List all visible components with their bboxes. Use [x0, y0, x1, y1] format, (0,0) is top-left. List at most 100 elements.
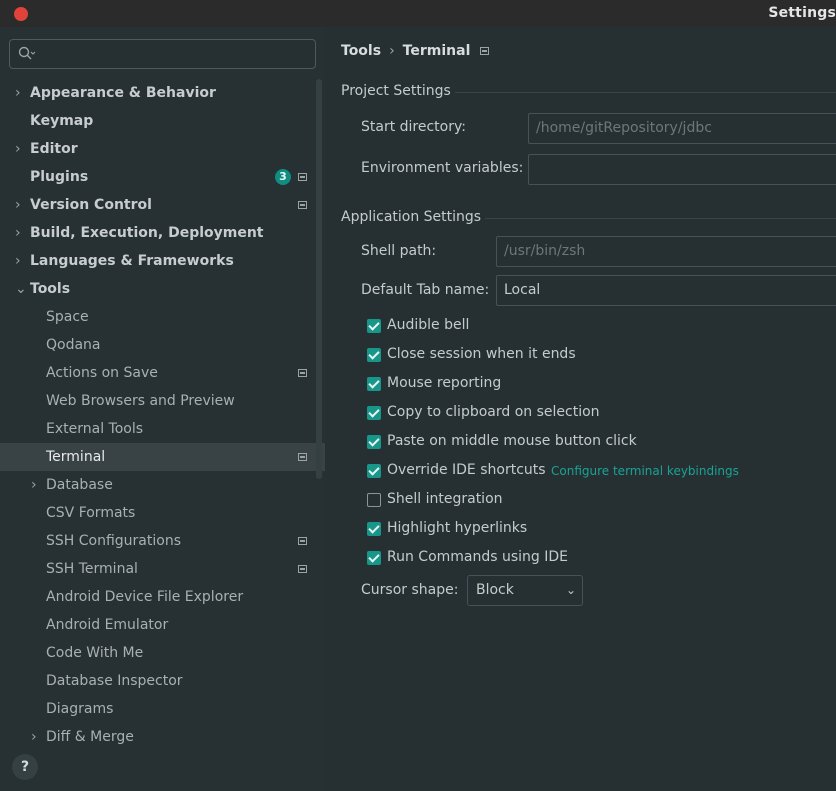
run-commands-ide-label[interactable]: Run Commands using IDE — [387, 549, 568, 565]
sidebar-item-plugins[interactable]: Plugins 3 — [0, 163, 325, 191]
project-level-icon — [480, 47, 490, 55]
sidebar-item-code-with-me[interactable]: Code With Me — [0, 639, 325, 667]
sidebar-item-database[interactable]: › Database — [0, 471, 325, 499]
sidebar-item-space[interactable]: Space — [0, 303, 325, 331]
sidebar-item-ssh-configurations[interactable]: SSH Configurations — [0, 527, 325, 555]
search-input[interactable] — [9, 39, 316, 69]
paste-middle-click-checkbox[interactable] — [367, 435, 381, 449]
audible-bell-label[interactable]: Audible bell — [387, 317, 469, 333]
default-tab-name-field[interactable]: Local — [496, 275, 836, 306]
sidebar-item-label: Space — [46, 309, 89, 325]
breadcrumb-separator: › — [389, 43, 395, 59]
close-window-button[interactable] — [14, 7, 28, 21]
cursor-shape-select[interactable]: Block ⌄ — [467, 575, 583, 606]
project-level-icon — [298, 369, 307, 377]
start-directory-label: Start directory: — [361, 119, 466, 135]
sidebar-item-label: Qodana — [46, 337, 101, 353]
help-button[interactable]: ? — [12, 754, 38, 780]
shell-path-label: Shell path: — [361, 243, 437, 259]
sidebar-item-label: Appearance & Behavior — [30, 85, 216, 101]
search-icon — [18, 46, 36, 60]
sidebar-item-database-inspector[interactable]: Database Inspector — [0, 667, 325, 695]
breadcrumb: Tools › Terminal — [341, 43, 490, 59]
project-settings-title: Project Settings — [341, 83, 451, 99]
mouse-reporting-checkbox[interactable] — [367, 377, 381, 391]
close-session-checkbox[interactable] — [367, 348, 381, 362]
sidebar-item-editor[interactable]: › Editor — [0, 135, 325, 163]
application-settings-title: Application Settings — [341, 209, 482, 225]
sidebar-item-version-control[interactable]: › Version Control — [0, 191, 325, 219]
project-level-icon — [298, 173, 307, 181]
sidebar-item-label: Diagrams — [46, 701, 114, 717]
project-level-icon — [298, 565, 307, 573]
highlight-hyperlinks-label[interactable]: Highlight hyperlinks — [387, 520, 527, 536]
section-divider — [485, 218, 836, 219]
sidebar-item-qodana[interactable]: Qodana — [0, 331, 325, 359]
sidebar-item-android-emulator[interactable]: Android Emulator — [0, 611, 325, 639]
chevron-right-icon[interactable]: › — [15, 247, 21, 275]
default-tab-name-label: Default Tab name: — [361, 282, 490, 298]
sidebar-item-label: Languages & Frameworks — [30, 253, 234, 269]
sidebar-item-label: Actions on Save — [46, 365, 158, 381]
sidebar-item-diagrams[interactable]: Diagrams — [0, 695, 325, 723]
configure-keybindings-link[interactable]: Configure terminal keybindings — [551, 464, 739, 478]
sidebar-item-web-browsers[interactable]: Web Browsers and Preview — [0, 387, 325, 415]
chevron-down-icon: ⌄ — [565, 583, 576, 597]
settings-tree: › Appearance & Behavior Keymap › Editor … — [0, 79, 325, 751]
chevron-right-icon[interactable]: › — [15, 191, 21, 219]
sidebar-item-terminal[interactable]: Terminal — [0, 443, 325, 471]
shell-integration-checkbox[interactable] — [367, 493, 381, 507]
environment-variables-label: Environment variables: — [361, 160, 524, 176]
paste-middle-click-label[interactable]: Paste on middle mouse button click — [387, 433, 637, 449]
start-directory-field[interactable]: /home/gitRepository/jdbc — [528, 113, 836, 144]
mouse-reporting-label[interactable]: Mouse reporting — [387, 375, 501, 391]
sidebar-item-external-tools[interactable]: External Tools — [0, 415, 325, 443]
sidebar-scrollbar[interactable] — [316, 79, 322, 479]
cursor-shape-value: Block — [476, 582, 514, 598]
run-commands-ide-checkbox[interactable] — [367, 551, 381, 565]
sidebar-item-label: Tools — [30, 281, 71, 297]
project-level-icon — [298, 537, 307, 545]
close-session-label[interactable]: Close session when it ends — [387, 346, 576, 362]
environment-variables-field[interactable] — [528, 154, 836, 185]
sidebar-item-languages[interactable]: › Languages & Frameworks — [0, 247, 325, 275]
sidebar-item-csv-formats[interactable]: CSV Formats — [0, 499, 325, 527]
chevron-right-icon[interactable]: › — [31, 723, 37, 751]
breadcrumb-current: Terminal — [402, 43, 471, 59]
sidebar-item-label: Android Device File Explorer — [46, 589, 244, 605]
chevron-right-icon[interactable]: › — [15, 135, 21, 163]
sidebar-item-appearance[interactable]: › Appearance & Behavior — [0, 79, 325, 107]
project-level-icon — [298, 453, 307, 461]
sidebar-item-label: Keymap — [30, 113, 94, 129]
terminal-settings-panel: Tools › Terminal Project Settings Start di… — [325, 27, 836, 791]
project-level-icon — [298, 201, 307, 209]
section-divider — [455, 92, 836, 93]
sidebar-item-android-device-file-explorer[interactable]: Android Device File Explorer — [0, 583, 325, 611]
chevron-down-icon[interactable]: ⌄ — [15, 275, 27, 303]
sidebar-item-label: Build, Execution, Deployment — [30, 225, 264, 241]
highlight-hyperlinks-checkbox[interactable] — [367, 522, 381, 536]
shell-path-field[interactable]: /usr/bin/zsh — [496, 236, 836, 267]
chevron-right-icon[interactable]: › — [15, 219, 21, 247]
sidebar-item-diff-merge[interactable]: › Diff & Merge — [0, 723, 325, 751]
audible-bell-checkbox[interactable] — [367, 319, 381, 333]
sidebar-item-label: Diff & Merge — [46, 729, 134, 745]
sidebar-item-label: Android Emulator — [46, 617, 169, 633]
override-ide-shortcuts-checkbox[interactable] — [367, 464, 381, 478]
breadcrumb-parent[interactable]: Tools — [341, 43, 381, 59]
chevron-right-icon[interactable]: › — [31, 471, 37, 499]
sidebar-item-label: Editor — [30, 141, 78, 157]
sidebar-item-actions-on-save[interactable]: Actions on Save — [0, 359, 325, 387]
window-title: Settings — [768, 5, 836, 21]
copy-on-selection-label[interactable]: Copy to clipboard on selection — [387, 404, 600, 420]
sidebar-item-build[interactable]: › Build, Execution, Deployment — [0, 219, 325, 247]
sidebar-item-ssh-terminal[interactable]: SSH Terminal — [0, 555, 325, 583]
override-ide-shortcuts-label[interactable]: Override IDE shortcuts — [387, 462, 546, 478]
sidebar-item-keymap[interactable]: Keymap — [0, 107, 325, 135]
sidebar-item-label: Web Browsers and Preview — [46, 393, 235, 409]
sidebar-item-tools[interactable]: ⌄ Tools — [0, 275, 325, 303]
chevron-right-icon[interactable]: › — [15, 79, 21, 107]
shell-integration-label[interactable]: Shell integration — [387, 491, 503, 507]
copy-on-selection-checkbox[interactable] — [367, 406, 381, 420]
sidebar-item-label: Plugins — [30, 169, 89, 185]
